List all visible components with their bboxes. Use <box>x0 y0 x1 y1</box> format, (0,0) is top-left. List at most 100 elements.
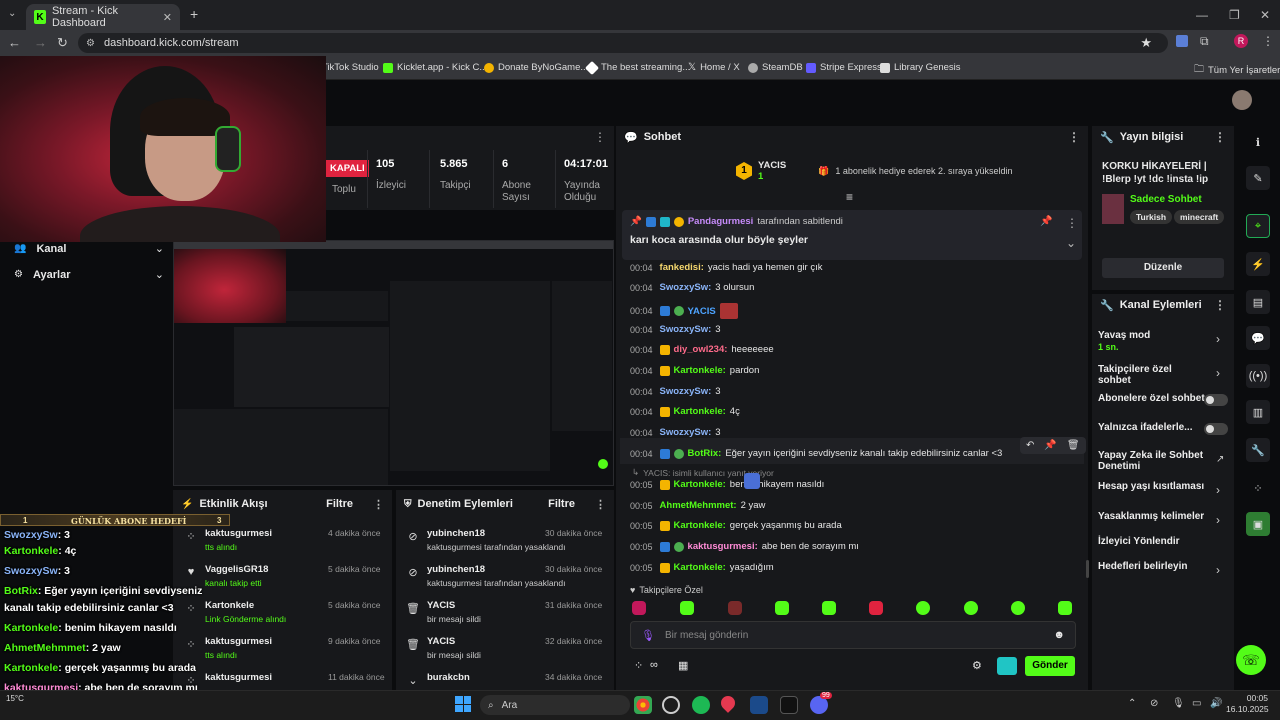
send-button[interactable]: Gönder <box>1025 656 1075 676</box>
channel-action-item[interactable]: Yavaş mod <box>1098 330 1206 341</box>
chat-message[interactable]: 00:05 Kartonkele: gerçek yaşanmış bu arada <box>630 520 842 531</box>
capcut-icon[interactable] <box>780 696 798 714</box>
activity-user[interactable]: Kartonkele <box>205 600 254 611</box>
emote-icon[interactable] <box>964 601 978 615</box>
chrome-icon[interactable] <box>634 696 652 714</box>
message-user[interactable]: SwozxySw: <box>660 324 712 335</box>
broadcast-icon[interactable]: ((•)) <box>1246 364 1270 388</box>
mic-icon[interactable]: 🎙 <box>1172 698 1185 709</box>
channel-action-item[interactable]: Yapay Zeka ile Sohbet Denetimi <box>1098 450 1206 472</box>
bookmark-item[interactable]: Kicklet.app - Kick C... <box>383 62 487 73</box>
channel-action-item[interactable]: Yasaklanmış kelimeler <box>1098 511 1206 522</box>
bookmark-star-icon[interactable]: ★ <box>1140 35 1152 51</box>
info-icon[interactable]: ℹ <box>1246 130 1270 154</box>
forward-icon[interactable]: → <box>34 35 47 50</box>
obs-icon[interactable] <box>662 696 680 714</box>
chat-message[interactable]: 00:04 Kartonkele: 4ç <box>630 406 740 417</box>
moderation-user[interactable]: YACIS <box>427 636 455 647</box>
chat-message[interactable]: 00:05 kaktusgurmesi: abe ben de sorayım mı <box>630 541 859 552</box>
sidebar-item-ayarlar[interactable]: ⚙ Ayarlar ⌄ <box>14 268 164 282</box>
moderation-user[interactable]: YACIS <box>427 600 455 611</box>
channel-action-item[interactable]: Takipçilere özel sohbet <box>1098 364 1206 386</box>
weather-widget[interactable]: 15°C <box>6 694 24 703</box>
external-link-icon[interactable]: ↗ <box>1216 454 1224 465</box>
kick-bot-icon[interactable] <box>997 657 1017 675</box>
bookmark-item[interactable]: The best streaming... <box>584 60 690 75</box>
toggle-switch[interactable] <box>1204 423 1228 435</box>
wrench-icon[interactable]: 🔧 <box>1246 438 1270 462</box>
message-user[interactable]: SwozxySw: <box>660 386 712 397</box>
close-window-icon[interactable]: ✕ <box>1260 8 1270 22</box>
emote-icon[interactable] <box>680 601 694 615</box>
clipboard-icon[interactable]: ▤ <box>1246 290 1270 314</box>
chat-message[interactable]: 00:04 fankedisi: yacis hadi ya hemen gir ç… <box>630 262 822 273</box>
spotify-icon[interactable] <box>692 696 710 714</box>
back-icon[interactable]: ← <box>8 35 21 50</box>
chat-message[interactable]: 00:04 SwozxySw: 3 <box>630 386 721 397</box>
activity-filter-button[interactable]: Filtre <box>326 498 353 510</box>
reply-icon[interactable]: ↶ <box>1026 440 1034 451</box>
close-tab-icon[interactable]: ✕ <box>163 11 172 24</box>
chat-message[interactable]: 00:04 BotRix: Eğer yayın içeriğini sevdiys… <box>630 448 1002 459</box>
chat-message[interactable]: 00:04 Kartonkele: pardon <box>630 365 759 376</box>
chevron-right-icon[interactable]: › <box>1216 366 1220 380</box>
channel-action-item[interactable]: İzleyici Yönlendir <box>1098 536 1206 547</box>
chevron-right-icon[interactable]: › <box>1216 332 1220 346</box>
new-tab-icon[interactable]: + <box>190 6 198 22</box>
bookmark-item[interactable]: Donate ByNoGame... <box>484 62 588 73</box>
category-name[interactable]: Sadece Sohbet <box>1130 194 1202 205</box>
lightning-icon[interactable]: ⚡ <box>1246 252 1270 276</box>
message-user[interactable]: fankedisi: <box>660 262 704 273</box>
taskbar-search[interactable]: ⌕ Ara <box>480 695 630 715</box>
user-avatar[interactable] <box>1232 90 1252 110</box>
chat-message[interactable]: 00:05 AhmetMehmmet: 2 yaw <box>630 500 765 511</box>
stream-preview[interactable] <box>173 240 614 486</box>
more-icon[interactable]: ⋮ <box>1214 130 1226 144</box>
extensions-icon[interactable]: ⧉ <box>1200 34 1209 49</box>
delete-icon[interactable]: 🗑 <box>1067 440 1080 451</box>
bookmark-item[interactable]: 𝕏 Home / X <box>688 62 740 73</box>
community-icon[interactable]: ⁘ <box>634 659 643 672</box>
minimize-icon[interactable]: — <box>1196 8 1208 22</box>
message-user[interactable]: AhmetMehmmet: <box>660 500 737 511</box>
message-user[interactable]: BotRix: <box>688 448 722 459</box>
focus-icon[interactable]: ⌖ <box>1246 214 1270 238</box>
activity-user[interactable]: kaktusgurmesi <box>205 528 272 539</box>
site-info-icon[interactable]: ⚙ <box>86 38 95 49</box>
moderation-filter-button[interactable]: Filtre <box>548 498 575 510</box>
clock[interactable]: 00:05 16.10.2025 <box>1226 693 1269 715</box>
channel-action-item[interactable]: Abonelere özel sohbet <box>1098 393 1206 404</box>
unpin-icon[interactable]: 📌 <box>1040 216 1052 227</box>
emote-icon[interactable] <box>1058 601 1072 615</box>
chat-message[interactable]: 00:05 Kartonkele: benim hikayem nasıldı <box>630 479 824 490</box>
emote-icon[interactable] <box>869 601 883 615</box>
translate-icon[interactable] <box>1176 35 1188 47</box>
translate-icon[interactable] <box>744 473 760 489</box>
chat-scrollbar[interactable] <box>1086 560 1089 578</box>
support-icon[interactable]: ☏ <box>1236 645 1266 675</box>
emote-icon[interactable] <box>822 601 836 615</box>
chat-message[interactable]: 00:04 YACIS <box>630 303 738 319</box>
message-user[interactable]: Kartonkele: <box>674 562 726 573</box>
more-icon[interactable]: ⋮ <box>373 498 384 511</box>
toggle-switch[interactable] <box>1204 394 1228 406</box>
message-user[interactable]: SwozxySw: <box>660 282 712 293</box>
menu-icon[interactable]: ⋮ <box>1262 34 1274 48</box>
chevron-down-icon[interactable]: ⌄ <box>1066 236 1076 250</box>
more-icon[interactable]: ⋮ <box>595 498 606 511</box>
sidebar-item-kanal[interactable]: 👥 Kanal ⌄ <box>14 242 164 256</box>
chevron-right-icon[interactable]: › <box>1216 483 1220 497</box>
activity-user[interactable]: VaggelisGR18 <box>205 564 268 575</box>
link-icon[interactable]: ∞ <box>650 659 658 671</box>
bookmark-item[interactable]: SteamDB <box>748 62 803 73</box>
emote-icon[interactable] <box>728 601 742 615</box>
moderation-user[interactable]: yubinchen18 <box>427 528 485 539</box>
bookmark-item[interactable]: Stripe Express <box>806 62 882 73</box>
emote-icon[interactable] <box>632 601 646 615</box>
message-user[interactable]: diy_owl234: <box>674 344 728 355</box>
tray-chevron-icon[interactable]: ⌃ <box>1128 698 1136 709</box>
more-icon[interactable]: ⋮ <box>594 130 606 144</box>
display-icon[interactable]: ▭ <box>1192 698 1201 709</box>
windows-start-icon[interactable] <box>455 696 471 712</box>
game-icon[interactable]: ▣ <box>1246 512 1270 536</box>
